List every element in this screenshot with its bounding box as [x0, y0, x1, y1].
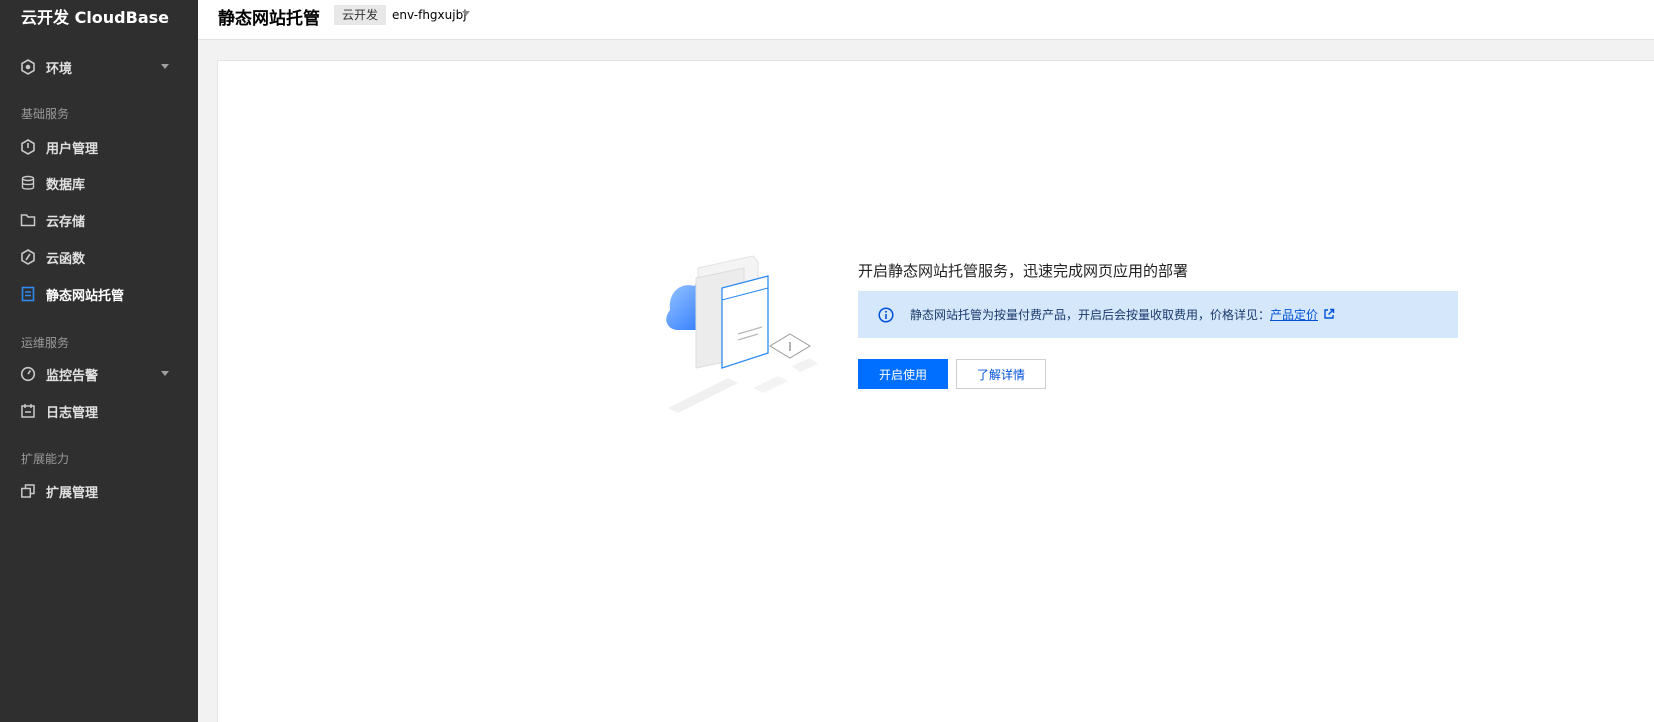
top-header: 静态网站托管 云开发 env-fhgxujbj	[198, 0, 1654, 40]
user-management-icon	[20, 139, 36, 155]
learn-more-button[interactable]: 了解详情	[956, 359, 1046, 389]
sidebar: 云开发 CloudBase 环境 基础服务 用户管理 数据库 云存储 云函数 静…	[0, 0, 198, 722]
log-icon	[20, 403, 36, 419]
sidebar-item-monitoring[interactable]: 监控告警	[0, 359, 198, 389]
sidebar-item-cloud-storage[interactable]: 云存储	[0, 205, 198, 235]
pricing-link[interactable]: 产品定价	[1270, 306, 1318, 323]
function-icon	[20, 249, 36, 265]
sidebar-item-label: 静态网站托管	[46, 288, 125, 304]
chevron-down-icon[interactable]	[462, 11, 470, 16]
sidebar-item-extension[interactable]: 扩展管理	[0, 476, 198, 506]
pricing-notice: 静态网站托管为按量付费产品，开启后会按量收取费用，价格详见： 产品定价	[858, 291, 1458, 338]
empty-state-headline: 开启静态网站托管服务，迅速完成网页应用的部署	[858, 262, 1189, 280]
database-icon	[20, 175, 36, 191]
sidebar-item-label: 监控告警	[46, 368, 99, 384]
page-title: 静态网站托管	[218, 9, 320, 29]
sidebar-item-label: 扩展管理	[46, 485, 99, 501]
cloud-hosting-illustration	[658, 238, 838, 418]
sidebar-item-database[interactable]: 数据库	[0, 168, 198, 198]
env-tag: 云开发	[334, 5, 387, 25]
env-hexagon-icon	[20, 59, 36, 75]
monitor-icon	[20, 366, 36, 382]
external-link-icon[interactable]	[1323, 308, 1335, 320]
extension-icon	[20, 483, 36, 499]
chevron-down-icon	[161, 64, 169, 69]
sidebar-item-label: 日志管理	[46, 405, 99, 421]
sidebar-item-label: 环境	[46, 61, 73, 77]
static-hosting-icon	[20, 286, 36, 302]
brand-title: 云开发 CloudBase	[21, 8, 170, 27]
sidebar-item-label: 云存储	[46, 214, 86, 230]
sidebar-item-label: 数据库	[46, 177, 86, 193]
group-title-extension: 扩展能力	[21, 452, 70, 466]
folder-icon	[20, 212, 36, 228]
sidebar-item-label: 云函数	[46, 251, 86, 267]
sidebar-item-static-hosting[interactable]: 静态网站托管	[0, 279, 198, 309]
sidebar-item-user-management[interactable]: 用户管理	[0, 132, 198, 162]
sidebar-item-logs[interactable]: 日志管理	[0, 396, 198, 426]
chevron-down-icon	[161, 371, 169, 376]
env-selector[interactable]: env-fhgxujbj	[392, 5, 467, 25]
group-title-ops: 运维服务	[21, 336, 70, 350]
notice-text: 静态网站托管为按量付费产品，开启后会按量收取费用，价格详见：	[910, 308, 1271, 322]
sidebar-item-label: 用户管理	[46, 141, 99, 157]
content-card	[217, 60, 1654, 722]
info-icon	[878, 307, 894, 323]
sidebar-item-env[interactable]: 环境	[0, 52, 198, 82]
group-title-basic: 基础服务	[21, 107, 70, 121]
sidebar-item-cloud-function[interactable]: 云函数	[0, 242, 198, 272]
enable-button[interactable]: 开启使用	[858, 359, 948, 389]
